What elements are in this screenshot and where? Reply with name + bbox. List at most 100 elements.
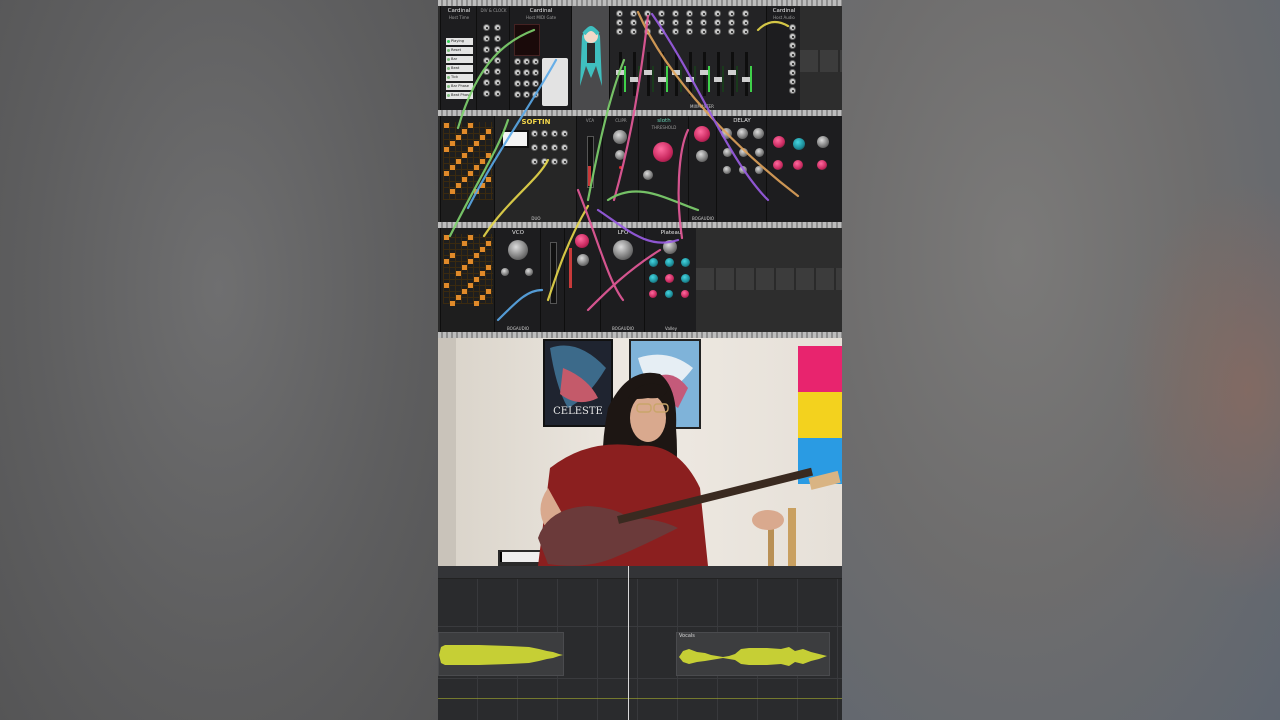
sequencer-step[interactable] [456,135,461,140]
knob[interactable] [681,258,690,267]
sequencer-step[interactable] [450,165,455,170]
jack[interactable] [672,10,679,17]
audio-clip-vocals[interactable]: Vocals [676,632,830,676]
sequencer-step[interactable] [444,171,449,176]
sequencer-step[interactable] [468,147,473,152]
sequencer-step[interactable] [486,241,491,246]
sequencer-step[interactable] [468,235,473,240]
jack[interactable] [483,46,490,53]
daw-arrangement-view[interactable]: Vocals [438,566,842,720]
jack[interactable] [742,19,749,26]
jack[interactable] [728,19,735,26]
jack[interactable] [658,10,665,17]
knob[interactable] [665,258,674,267]
level-knob[interactable] [615,150,625,160]
jack[interactable] [514,80,521,87]
lfo-module[interactable]: LFO BOGAUDIO [600,228,646,332]
jack[interactable] [789,69,796,76]
jack[interactable] [494,24,501,31]
vco-module[interactable]: VCO BOGAUDIO [494,228,542,332]
jack[interactable] [541,158,548,165]
mini-module[interactable] [540,228,566,332]
jack[interactable] [630,19,637,26]
knob[interactable] [649,274,658,283]
sequencer-step[interactable] [462,241,467,246]
release-knob[interactable] [577,254,589,266]
knob[interactable] [681,290,689,298]
jack[interactable] [728,28,735,35]
frequency-knob[interactable] [508,240,528,260]
jack[interactable] [531,130,538,137]
jack[interactable] [789,51,796,58]
jack[interactable] [672,19,679,26]
jack[interactable] [483,24,490,31]
attack-knob[interactable] [575,234,589,248]
host-midi-gate-module[interactable]: Cardinal Host MIDI Gate [509,6,573,110]
sequencer-step[interactable] [450,141,455,146]
jack[interactable] [789,87,796,94]
sequencer-step[interactable] [462,289,467,294]
knob[interactable] [817,160,827,170]
white-knob[interactable] [696,150,708,162]
audio-clip-1[interactable] [438,632,564,676]
jack[interactable] [541,144,548,151]
channel-fader[interactable] [728,52,737,96]
knob[interactable] [737,128,748,139]
mini-slider[interactable] [550,242,557,304]
pink-knob[interactable] [694,126,710,142]
sequencer-step[interactable] [462,265,467,270]
plateau-reverb-module[interactable]: Plateau Valley [644,228,698,332]
jack[interactable] [789,24,796,31]
jack[interactable] [551,130,558,137]
jack[interactable] [494,46,501,53]
jack[interactable] [714,28,721,35]
sequencer-step[interactable] [480,159,485,164]
sequencer-step[interactable] [444,123,449,128]
bogaudio-module[interactable]: BOGAUDIO [688,116,718,222]
sloth-module[interactable]: sloth THRESHOLD [638,116,690,222]
sequencer-step[interactable] [474,301,479,306]
sequencer-step[interactable] [462,153,467,158]
knob[interactable] [681,274,690,283]
sequencer-step[interactable] [486,129,491,134]
jack[interactable] [494,35,501,42]
jack[interactable] [532,91,539,98]
jack[interactable] [686,10,693,17]
jack[interactable] [644,10,651,17]
knob[interactable] [755,148,764,157]
jack[interactable] [532,58,539,65]
sequencer-step[interactable] [456,271,461,276]
sequencer-step[interactable] [444,259,449,264]
jack[interactable] [789,33,796,40]
jack[interactable] [742,10,749,17]
sloth-knob-small[interactable] [643,170,653,180]
sequencer-step[interactable] [468,123,473,128]
jack[interactable] [531,158,538,165]
jack[interactable] [551,144,558,151]
sequencer-step[interactable] [456,159,461,164]
jack[interactable] [700,28,707,35]
jack[interactable] [523,58,530,65]
jack[interactable] [728,10,735,17]
jack[interactable] [514,91,521,98]
jack[interactable] [616,28,623,35]
jack[interactable] [686,28,693,35]
sequencer-step[interactable] [480,295,485,300]
knob[interactable] [773,160,783,170]
sequencer-step[interactable] [474,141,479,146]
jack[interactable] [514,69,521,76]
jack[interactable] [531,144,538,151]
jack[interactable] [483,35,490,42]
jack[interactable] [789,60,796,67]
sequencer-step[interactable] [486,177,491,182]
mixer-module[interactable]: MIXMASTER [609,6,768,110]
jack[interactable] [483,90,490,97]
host-time-module[interactable]: Cardinal Host Time Playing Reset Bar Beat Ti… [440,6,478,110]
jack[interactable] [630,28,637,35]
jack[interactable] [483,57,490,64]
rate-knob[interactable] [613,240,633,260]
jack[interactable] [523,69,530,76]
channel-fader[interactable] [714,52,723,96]
clock-module[interactable]: DIV & CLOCK [476,6,511,110]
knob[interactable] [723,148,732,157]
